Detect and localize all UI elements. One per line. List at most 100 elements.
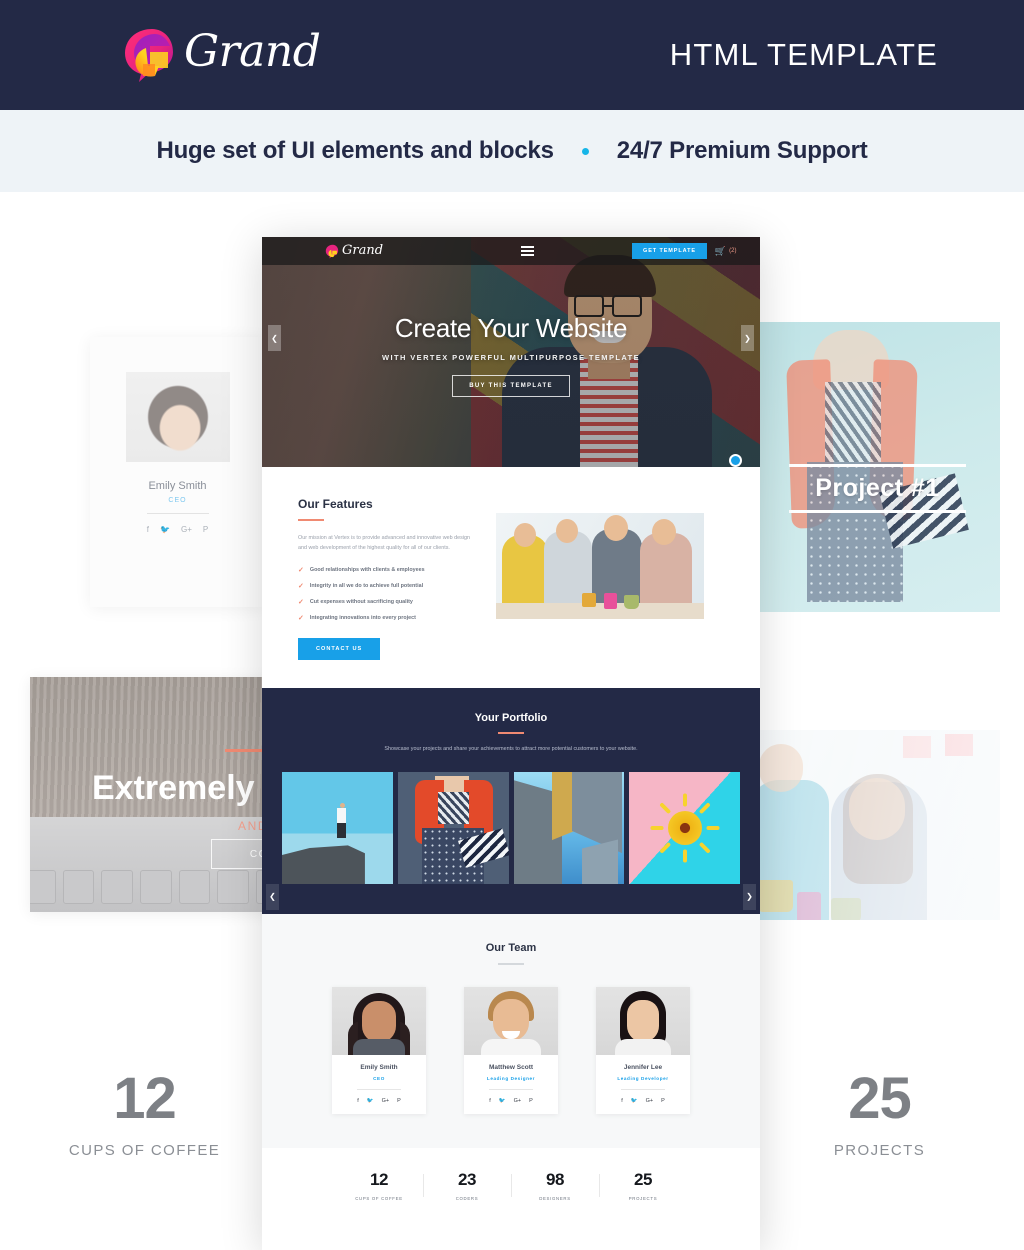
grand-logo-icon xyxy=(122,26,176,84)
background-team-photo xyxy=(125,372,230,462)
twitter-icon[interactable]: 🐦 xyxy=(367,1098,374,1104)
cart-count: (2) xyxy=(729,248,737,254)
petal-shape xyxy=(658,802,671,815)
pinterest-icon[interactable]: P xyxy=(397,1098,401,1104)
feature-text: Integrity in all we do to achieve full p… xyxy=(309,582,424,589)
shopping-cart-icon: 🛒 xyxy=(714,245,727,256)
stat-cups-of-coffee: 12 CUPS OF COFFEE xyxy=(335,1170,423,1201)
features-section: Our Features Our mission at Vertex is to… xyxy=(262,454,760,688)
portfolio-heading: Your Portfolio xyxy=(474,711,548,724)
portfolio-item-fashion-model[interactable] xyxy=(397,772,509,885)
hero-title: Create Your Website xyxy=(394,313,628,343)
features-text-column: Our Features Our mission at Vertex is to… xyxy=(298,497,474,660)
google-plus-icon[interactable]: G+ xyxy=(514,1098,522,1104)
check-mark-icon: ✓ xyxy=(298,582,304,590)
building-shape xyxy=(582,839,619,885)
team-social-links: f 🐦 G+ P xyxy=(464,1098,558,1104)
facebook-icon[interactable]: f xyxy=(357,1098,359,1104)
main-template-preview: ❮ ❯ Create Your Website WITH VERTEX POWE… xyxy=(262,237,760,1250)
team-member-role: CEO xyxy=(373,1076,385,1082)
background-wood-title: Extremely xyxy=(92,769,255,807)
twitter-icon: 🐦 xyxy=(160,525,170,534)
keyboard-key xyxy=(62,870,95,904)
background-stat-projects: 25 PROJECTS xyxy=(782,1070,977,1160)
facebook-icon[interactable]: f xyxy=(489,1098,491,1104)
keyboard-key xyxy=(217,870,249,904)
pink-cup-shape xyxy=(604,593,617,609)
hero-subtitle: WITH VERTEX POWERFUL MULTIPURPOSE TEMPLA… xyxy=(382,353,640,362)
google-plus-icon[interactable]: G+ xyxy=(646,1098,654,1104)
twitter-icon[interactable]: 🐦 xyxy=(631,1098,638,1104)
features-list: ✓ Good relationships with clients & empl… xyxy=(298,566,474,622)
keyboard-key xyxy=(139,870,172,904)
keyboard-key xyxy=(178,870,211,904)
stat-designers: 98 DESIGNERS xyxy=(511,1170,599,1201)
team-card-emily-smith: Emily Smith CEO f 🐦 G+ P xyxy=(332,987,426,1115)
cliff-shape xyxy=(282,845,365,885)
template-logo-text: Grand xyxy=(342,242,384,258)
stat-number: 12 xyxy=(370,1170,388,1190)
google-plus-icon: G+ xyxy=(180,525,192,534)
petal-shape xyxy=(682,793,687,807)
background-stat-cups-of-coffee: 12 CUPS OF COFFEE xyxy=(47,1066,242,1160)
stat-label: CUPS OF COFFEE xyxy=(355,1196,403,1202)
grand-logo-icon xyxy=(325,244,339,259)
get-template-button[interactable]: GET TEMPLATE xyxy=(632,243,707,259)
petal-shape xyxy=(658,841,671,854)
person-head-shape xyxy=(652,519,676,545)
divider xyxy=(498,731,524,734)
background-stat-number: 12 xyxy=(113,1066,177,1131)
team-member-role: Leading Designer xyxy=(486,1076,536,1082)
stat-projects: 25 PROJECTS xyxy=(599,1170,687,1201)
team-social-links: f 🐦 G+ P xyxy=(596,1098,690,1104)
google-plus-icon[interactable]: G+ xyxy=(382,1098,390,1104)
portfolio-item-man-on-cliff[interactable] xyxy=(282,772,393,885)
petal-shape xyxy=(706,826,720,831)
pinterest-icon[interactable]: P xyxy=(661,1098,665,1104)
brand-lockup: Grand xyxy=(122,26,321,84)
feature-text: Cut expenses without sacrificing quality xyxy=(309,598,413,605)
background-stat-label: PROJECTS xyxy=(833,1142,926,1159)
background-office-photo-card xyxy=(755,730,1000,920)
cart-widget[interactable]: 🛒 (2) xyxy=(715,246,737,257)
petal-shape xyxy=(698,841,711,854)
stat-coders: 23 CODERS xyxy=(423,1170,511,1201)
portfolio-next-arrow[interactable]: ❯ xyxy=(743,883,756,910)
portfolio-prev-arrow[interactable]: ❮ xyxy=(266,883,279,910)
person-shape xyxy=(337,803,347,839)
twitter-icon[interactable]: 🐦 xyxy=(499,1098,506,1104)
background-stat-label: CUPS OF COFFEE xyxy=(68,1142,221,1159)
hamburger-menu-icon[interactable] xyxy=(521,246,535,256)
sub-banner: Huge set of UI elements and blocks 24/7 … xyxy=(0,110,1024,192)
portfolio-item-skyscrapers[interactable] xyxy=(513,772,625,885)
background-team-role: CEO xyxy=(168,497,187,504)
stat-number: 23 xyxy=(458,1170,476,1190)
team-photo xyxy=(464,987,558,1056)
features-paragraph: Our mission at Vertex is to provide adva… xyxy=(298,535,470,552)
top-banner: Grand HTML TEMPLATE xyxy=(0,0,1024,110)
feature-text: Good relationships with clients & employ… xyxy=(309,566,425,573)
petal-shape xyxy=(650,826,664,831)
petal-shape xyxy=(698,802,711,815)
sub-banner-left-text: Huge set of UI elements and blocks xyxy=(156,137,554,164)
model-crop-top-shape xyxy=(825,382,881,462)
background-team-card: Emily Smith CEO f 🐦 G+ P xyxy=(90,337,265,607)
team-heading: Our Team xyxy=(485,942,537,955)
person-shoulders-shape xyxy=(353,1039,405,1056)
portfolio-paragraph: Showcase your projects and share your ac… xyxy=(384,745,638,752)
table-shape xyxy=(496,603,704,619)
stat-label: DESIGNERS xyxy=(539,1196,571,1202)
pinterest-icon[interactable]: P xyxy=(529,1098,533,1104)
portfolio-item-yellow-flower[interactable] xyxy=(629,772,740,885)
yellow-cup-shape xyxy=(582,593,596,607)
check-mark-icon: ✓ xyxy=(298,614,304,622)
scroll-down-dot-button[interactable] xyxy=(729,454,742,467)
template-logo[interactable]: Grand xyxy=(325,244,383,259)
facebook-icon[interactable]: f xyxy=(621,1098,623,1104)
stat-number: 98 xyxy=(546,1170,564,1190)
buy-this-template-button[interactable]: BUY THIS TEMPLATE xyxy=(452,375,570,397)
team-member-role: Leading Developer xyxy=(617,1076,669,1082)
model-crop-top-shape xyxy=(437,792,469,825)
list-item: ✓ Good relationships with clients & empl… xyxy=(298,566,474,574)
contact-us-button[interactable]: CONTACT US xyxy=(298,637,381,660)
